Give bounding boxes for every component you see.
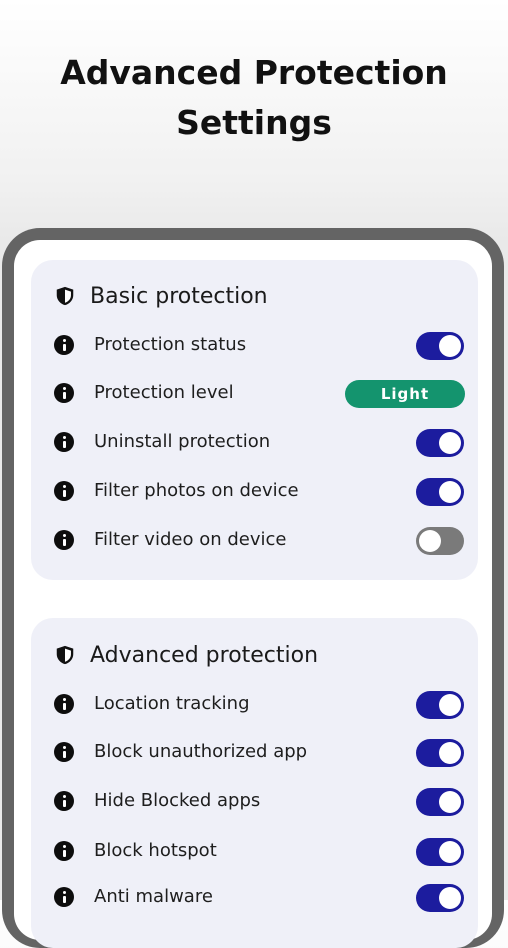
row-filter-photos: Filter photos on device: [54, 478, 464, 510]
info-icon[interactable]: [54, 791, 74, 811]
row-label: Anti malware: [94, 886, 213, 907]
info-icon[interactable]: [54, 432, 74, 452]
row-filter-video: Filter video on device: [54, 527, 464, 559]
basic-protection-title: Basic protection: [90, 283, 268, 309]
row-label: Block hotspot: [94, 840, 217, 861]
toggle-knob: [439, 481, 461, 503]
filter-photos-toggle[interactable]: [416, 478, 464, 506]
info-icon[interactable]: [54, 694, 74, 714]
info-icon[interactable]: [54, 383, 74, 403]
row-label: Location tracking: [94, 693, 250, 714]
anti-malware-toggle[interactable]: [416, 884, 464, 912]
row-protection-level: Protection level Light: [54, 380, 465, 412]
block-hotspot-toggle[interactable]: [416, 838, 464, 866]
shield-icon: [56, 645, 74, 665]
page-headline: Advanced Protection Settings: [0, 48, 508, 148]
info-icon[interactable]: [54, 742, 74, 762]
hide-blocked-apps-toggle[interactable]: [416, 788, 464, 816]
filter-video-toggle[interactable]: [416, 527, 464, 555]
toggle-knob: [439, 841, 461, 863]
row-label: Uninstall protection: [94, 431, 271, 452]
advanced-protection-header: Advanced protection: [54, 639, 318, 671]
info-icon[interactable]: [54, 530, 74, 550]
headline-line-1: Advanced Protection: [60, 53, 448, 92]
info-icon[interactable]: [54, 335, 74, 355]
row-uninstall-protection: Uninstall protection: [54, 429, 464, 461]
protection-status-toggle[interactable]: [416, 332, 464, 360]
toggle-knob: [439, 694, 461, 716]
row-label: Protection status: [94, 334, 247, 355]
row-label: Hide Blocked apps: [94, 790, 261, 811]
row-protection-status: Protection status: [54, 332, 464, 364]
toggle-knob: [439, 335, 461, 357]
row-block-unauthorized-app: Block unauthorized app: [54, 739, 464, 771]
info-icon[interactable]: [54, 481, 74, 501]
row-label: Block unauthorized app: [94, 741, 308, 762]
row-label: Filter video on device: [94, 529, 287, 550]
row-location-tracking: Location tracking: [54, 691, 464, 723]
location-tracking-toggle[interactable]: [416, 691, 464, 719]
toggle-knob: [439, 742, 461, 764]
info-icon[interactable]: [54, 841, 74, 861]
toggle-knob: [439, 432, 461, 454]
advanced-protection-title: Advanced protection: [90, 642, 319, 668]
row-anti-malware: Anti malware: [54, 884, 464, 916]
uninstall-protection-toggle[interactable]: [416, 429, 464, 457]
headline-line-2: Settings: [176, 103, 332, 142]
row-hide-blocked-apps: Hide Blocked apps: [54, 788, 464, 820]
row-label: Filter photos on device: [94, 480, 299, 501]
shield-icon: [56, 286, 74, 306]
row-label: Protection level: [94, 382, 234, 403]
toggle-knob: [419, 530, 441, 552]
basic-protection-header: Basic protection: [54, 280, 268, 312]
info-icon[interactable]: [54, 887, 74, 907]
block-unauthorized-app-toggle[interactable]: [416, 739, 464, 767]
toggle-knob: [439, 887, 461, 909]
row-block-hotspot: Block hotspot: [54, 838, 464, 870]
protection-level-badge[interactable]: Light: [345, 380, 465, 408]
toggle-knob: [439, 791, 461, 813]
